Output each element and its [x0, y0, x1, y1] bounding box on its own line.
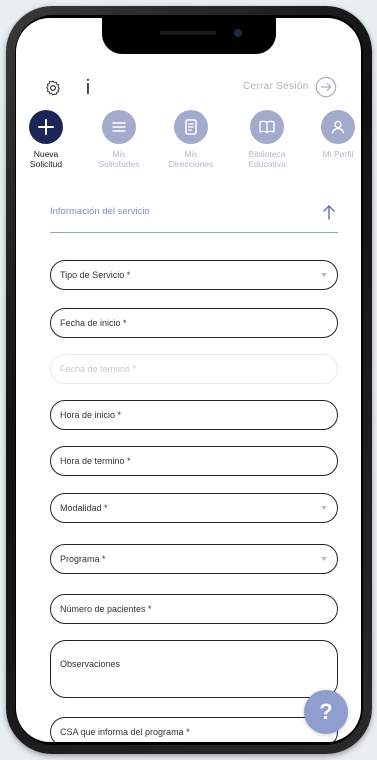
speaker-grille	[160, 31, 216, 35]
tipo-de-servicio-select[interactable]: Tipo de Servicio *	[50, 260, 338, 290]
chevron-down-icon	[321, 506, 327, 510]
app-screen: i Cerrar Sesión Nueva Solicitud Mis Soli…	[16, 18, 361, 742]
nav-item-mis-direcciones[interactable]: Mis Direcciones	[156, 110, 226, 169]
nav-circle	[102, 110, 136, 144]
arrow-up-icon[interactable]	[322, 204, 336, 220]
field-label: Fecha de inicio *	[60, 318, 127, 328]
field-label: Tipo de Servicio *	[60, 270, 131, 280]
logout-label[interactable]: Cerrar Sesión	[243, 81, 309, 92]
field-label: Programa *	[60, 554, 106, 564]
field-label: CSA que informa del programa *	[60, 727, 190, 737]
nav-label: Nueva Solicitud	[29, 149, 63, 169]
nav-item-mis-solicitudes[interactable]: Mis Solicitudes	[84, 110, 154, 169]
top-bar: i Cerrar Sesión	[16, 76, 361, 106]
fecha-de-termino-field: Fecha de termino *	[50, 354, 338, 384]
nav-label: Mi Perfil	[322, 149, 354, 159]
gear-icon[interactable]	[44, 79, 62, 97]
nav-item-biblioteca-educativa[interactable]: Biblioteca Educativa	[232, 110, 302, 169]
user-icon	[331, 120, 345, 134]
field-label: Hora de inicio *	[60, 410, 122, 420]
book-icon	[259, 120, 275, 134]
nav-label: Mis Solicitudes	[98, 149, 140, 169]
csa-programa-field[interactable]: CSA que informa del programa *	[50, 717, 338, 742]
field-label: Hora de termino *	[60, 456, 131, 466]
main-nav: Nueva Solicitud Mis Solicitudes Mis Dire…	[16, 110, 361, 182]
modalidad-select[interactable]: Modalidad *	[50, 493, 338, 523]
programa-select[interactable]: Programa *	[50, 544, 338, 574]
field-label: Número de pacientes *	[60, 604, 152, 614]
hora-de-termino-field[interactable]: Hora de termino *	[50, 446, 338, 476]
help-button[interactable]: ?	[304, 690, 348, 734]
list-icon	[112, 122, 126, 132]
field-label: Observaciones	[60, 659, 121, 669]
field-label: Modalidad *	[60, 503, 108, 513]
section-title: Información del servicio	[50, 206, 150, 217]
observaciones-textarea[interactable]: Observaciones	[50, 640, 338, 698]
field-label: Fecha de termino *	[60, 364, 137, 374]
numero-de-pacientes-field[interactable]: Número de pacientes *	[50, 594, 338, 624]
chevron-down-icon	[321, 557, 327, 561]
nav-label: Biblioteca Educativa	[248, 149, 286, 169]
nav-circle	[174, 110, 208, 144]
logout-icon[interactable]	[315, 76, 337, 98]
chevron-down-icon	[321, 273, 327, 277]
phone-notch	[102, 18, 276, 54]
nav-item-nueva-solicitud[interactable]: Nueva Solicitud	[16, 110, 81, 169]
nav-item-mi-perfil[interactable]: Mi Perfil	[303, 110, 361, 159]
fecha-de-inicio-field[interactable]: Fecha de inicio *	[50, 308, 338, 338]
nav-label: Mis Direcciones	[168, 149, 214, 169]
info-icon[interactable]: i	[80, 76, 96, 100]
nav-circle	[250, 110, 284, 144]
nav-circle	[321, 110, 355, 144]
document-icon	[185, 119, 197, 135]
section-header[interactable]: Información del servicio	[50, 204, 338, 233]
hora-de-inicio-field[interactable]: Hora de inicio *	[50, 400, 338, 430]
nav-circle-active	[29, 110, 63, 144]
front-camera	[234, 29, 242, 37]
plus-icon	[38, 119, 54, 135]
